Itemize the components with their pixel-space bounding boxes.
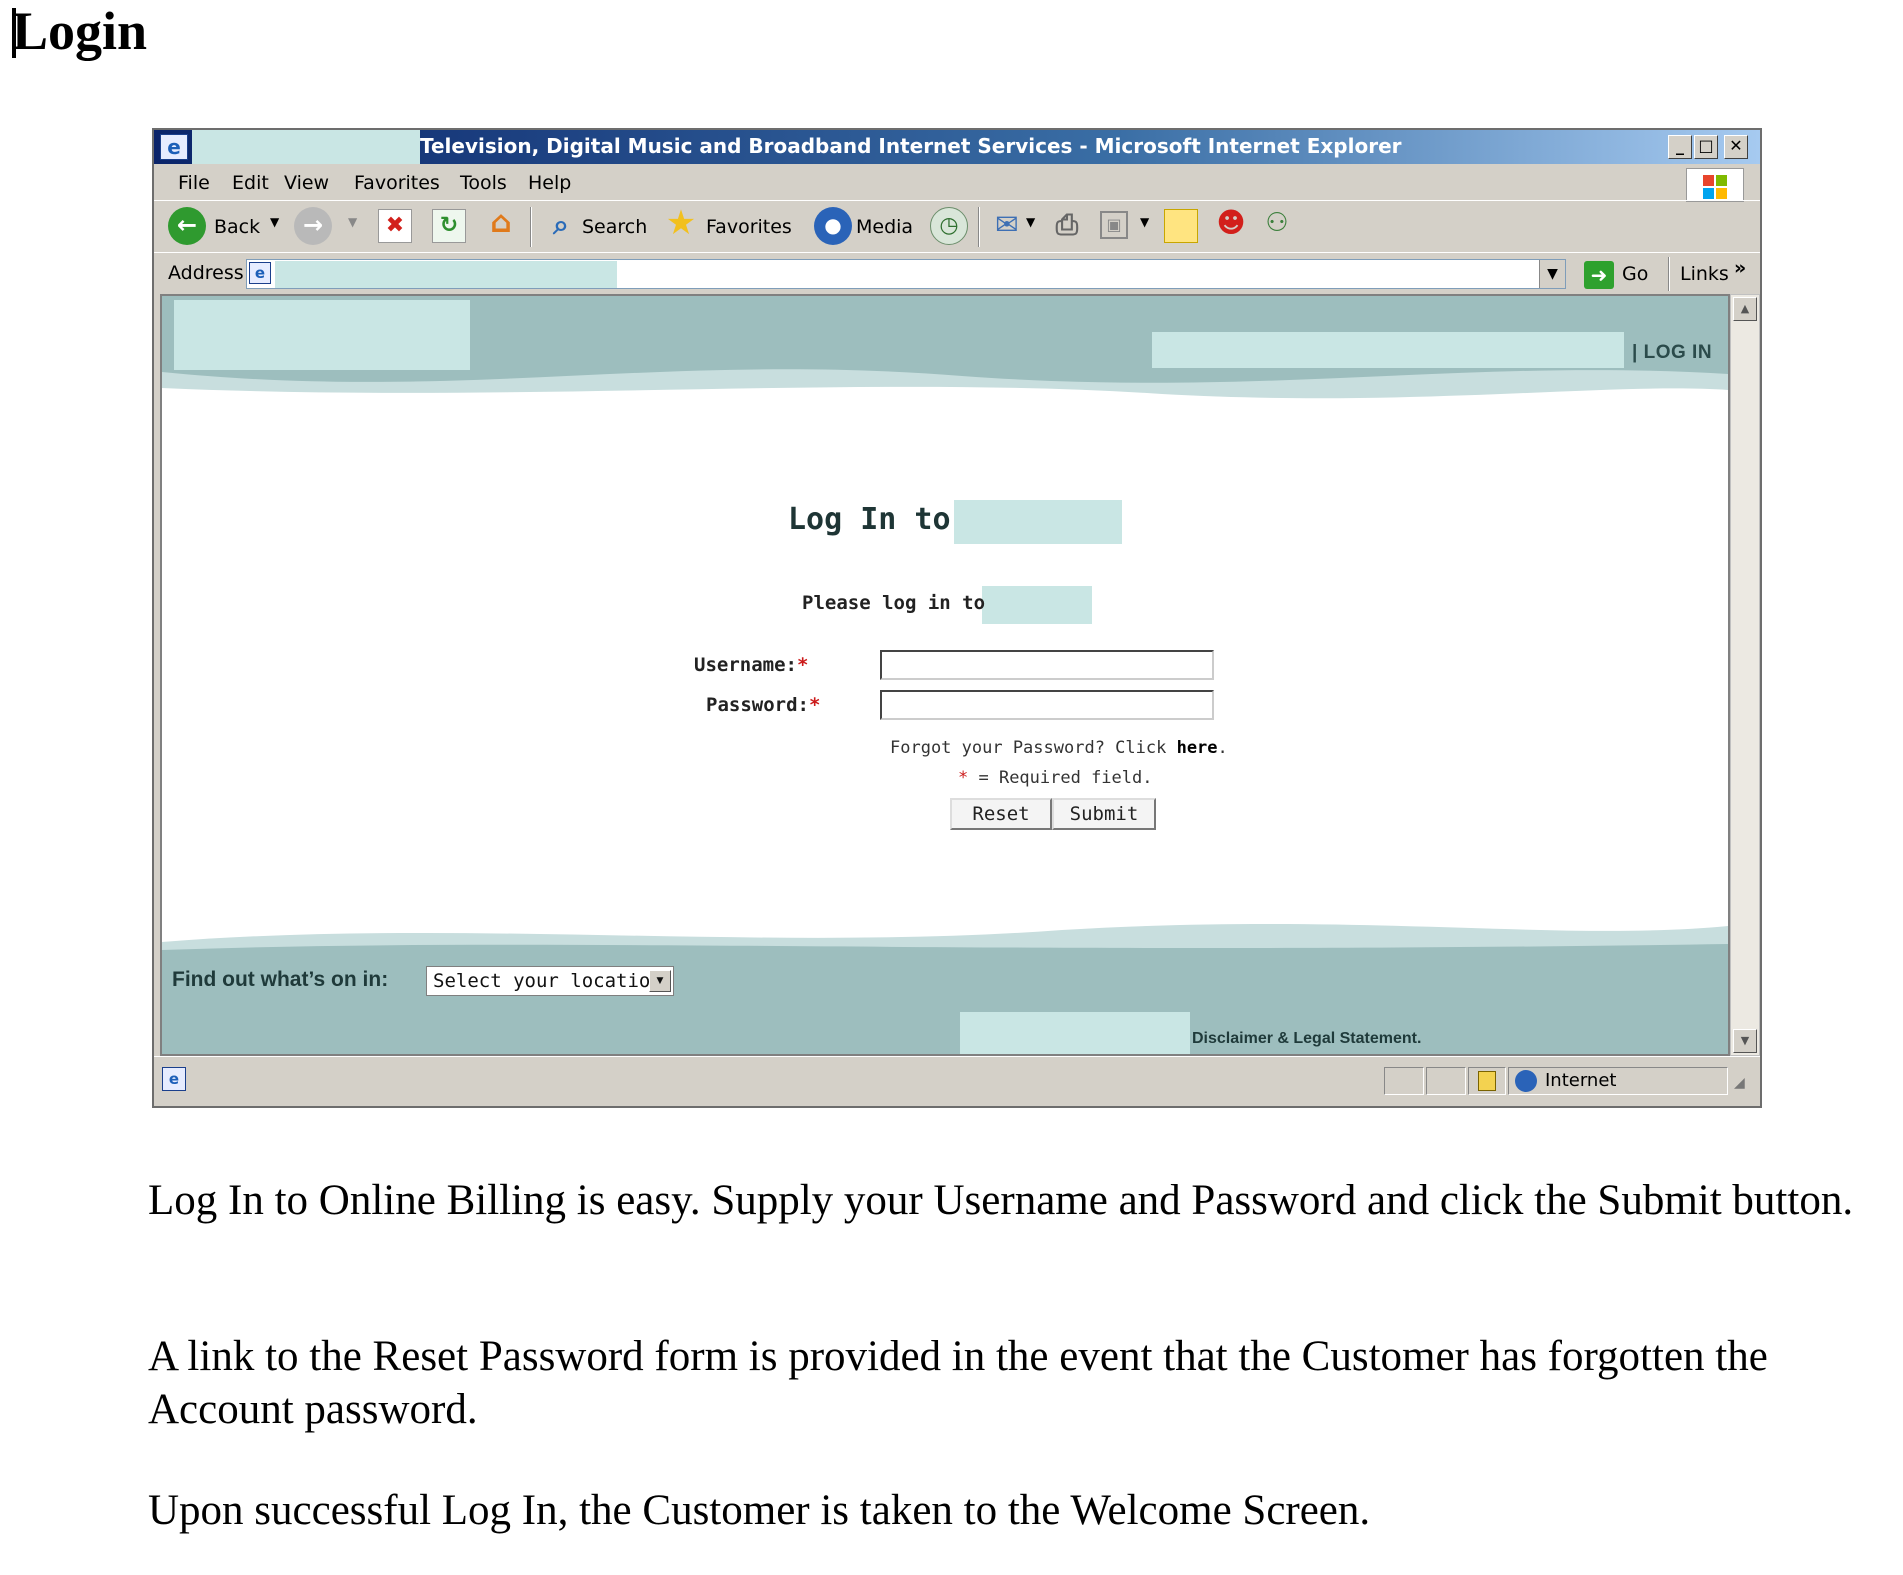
redacted-block [192, 130, 420, 164]
page-status-icon: e [162, 1067, 186, 1091]
forward-dropdown-icon[interactable]: ▼ [348, 215, 357, 229]
edit-dropdown-icon[interactable]: ▼ [1140, 215, 1149, 229]
messenger-smiley-icon[interactable]: ☻ [1214, 207, 1248, 241]
windows-logo-icon [1686, 168, 1744, 202]
submit-button[interactable]: Submit [1052, 798, 1156, 830]
address-bar: Address e ▼ ➜ Go Links » [154, 252, 1760, 295]
toolbar-separator [1668, 257, 1670, 291]
scroll-down-icon[interactable]: ▼ [1733, 1029, 1757, 1053]
resize-grip-icon[interactable]: ◢ [1734, 1075, 1745, 1091]
form-title: Log In to [788, 502, 951, 537]
mail-dropdown-icon[interactable]: ▼ [1026, 215, 1035, 229]
vertical-scrollbar[interactable]: ▲ ▼ [1730, 294, 1760, 1056]
chevron-down-icon[interactable]: ▼ [649, 970, 671, 992]
links-button[interactable]: Links [1680, 263, 1729, 285]
history-icon[interactable]: ◷ [930, 207, 968, 245]
please-text: Please log in to [802, 592, 986, 614]
title-bar: e Television, Digital Music and Broadban… [154, 130, 1760, 164]
address-label: Address [168, 262, 244, 284]
back-dropdown-icon[interactable]: ▼ [270, 215, 279, 229]
status-cell [1426, 1067, 1466, 1095]
footer-wave [162, 924, 1728, 956]
disclaimer-link[interactable]: Disclaimer & Legal Statement. [1192, 1030, 1421, 1048]
login-link[interactable]: | LOG IN [1632, 342, 1712, 364]
discuss-icon[interactable] [1164, 209, 1198, 243]
back-button[interactable]: Back [214, 216, 260, 238]
status-cell [1468, 1067, 1506, 1095]
paragraph: Log In to Online Billing is easy. Supply… [148, 1177, 1854, 1224]
browser-window: e Television, Digital Music and Broadban… [152, 128, 1762, 1108]
forgot-password-text: Forgot your Password? Click here. [890, 738, 1228, 758]
go-arrow-icon[interactable]: ➜ [1584, 261, 1614, 289]
zone-label: Internet [1545, 1070, 1617, 1091]
location-select-value: Select your location [433, 970, 662, 992]
search-icon[interactable]: ⌕ [544, 209, 578, 243]
paragraph: A link to the Reset Password form is pro… [148, 1333, 1768, 1433]
status-bar: e Internet ◢ [154, 1056, 1760, 1105]
redacted-block [982, 586, 1092, 624]
menu-edit[interactable]: Edit [232, 172, 269, 194]
reset-button[interactable]: Reset [950, 798, 1052, 830]
status-cell [1384, 1067, 1424, 1095]
menu-tools[interactable]: Tools [460, 172, 507, 194]
edit-icon[interactable]: ▣ [1100, 211, 1128, 239]
address-input[interactable]: e ▼ [246, 259, 1566, 289]
redacted-block [960, 1012, 1190, 1054]
menu-view[interactable]: View [284, 172, 329, 194]
media-globe-icon[interactable]: ● [814, 207, 852, 245]
ie-logo-icon[interactable]: e [160, 134, 188, 160]
paragraph: Upon successful Log In, the Customer is … [148, 1487, 1371, 1534]
internet-globe-icon [1515, 1070, 1537, 1092]
minimize-icon[interactable]: _ [1668, 135, 1692, 159]
scroll-up-icon[interactable]: ▲ [1733, 297, 1757, 321]
print-icon[interactable]: ⎙ [1050, 209, 1084, 243]
favorites-button[interactable]: Favorites [706, 216, 792, 238]
forward-arrow-icon[interactable]: → [294, 207, 332, 245]
toolbar-separator [530, 207, 532, 247]
site-logo[interactable] [174, 300, 470, 370]
toolbar-separator [978, 207, 980, 247]
redacted-block [954, 500, 1122, 544]
find-label: Find out what’s on in: [172, 968, 389, 991]
zone-cell: Internet [1508, 1067, 1728, 1095]
stop-icon[interactable]: ✖ [378, 209, 412, 243]
home-icon[interactable]: ⌂ [484, 207, 518, 241]
media-button[interactable]: Media [856, 216, 913, 238]
menu-favorites[interactable]: Favorites [354, 172, 440, 194]
redacted-block [275, 261, 617, 288]
page-header: | LOG IN [162, 296, 1728, 404]
go-button[interactable]: Go [1622, 263, 1648, 285]
lock-icon [1478, 1071, 1496, 1091]
menu-file[interactable]: File [178, 172, 210, 194]
page-viewport: | LOG IN Log In to Please log in to User… [160, 294, 1730, 1056]
address-dropdown-icon[interactable]: ▼ [1539, 260, 1565, 288]
page-footer [162, 954, 1728, 1054]
username-label: Username:* [694, 654, 809, 676]
page-icon: e [249, 262, 271, 284]
forgot-password-link[interactable]: here [1177, 738, 1218, 758]
location-select[interactable]: Select your location ▼ [426, 966, 674, 996]
back-arrow-icon[interactable]: ← [168, 207, 206, 245]
redacted-block [1152, 332, 1624, 368]
maximize-icon[interactable]: □ [1694, 135, 1718, 159]
menu-bar: File Edit View Favorites Tools Help [154, 164, 1760, 202]
close-icon[interactable]: ✕ [1724, 135, 1748, 159]
required-note: * = Required field. [958, 768, 1153, 788]
doc-heading: Login [12, 1, 148, 61]
search-button[interactable]: Search [582, 216, 647, 238]
menu-help[interactable]: Help [528, 172, 571, 194]
username-field[interactable] [880, 650, 1214, 680]
password-label: Password:* [706, 694, 821, 716]
links-chevron-icon[interactable]: » [1734, 257, 1746, 279]
contacts-icon[interactable]: ⚇ [1260, 207, 1294, 241]
refresh-icon[interactable]: ↻ [432, 209, 466, 243]
standard-toolbar: ← Back ▼ → ▼ ✖ ↻ ⌂ ⌕ Search ★ Favorites … [154, 200, 1760, 253]
window-title: Television, Digital Music and Broadband … [420, 134, 1402, 158]
mail-icon[interactable]: ✉ [990, 209, 1024, 243]
favorites-star-icon[interactable]: ★ [664, 206, 698, 241]
password-field[interactable] [880, 690, 1214, 720]
